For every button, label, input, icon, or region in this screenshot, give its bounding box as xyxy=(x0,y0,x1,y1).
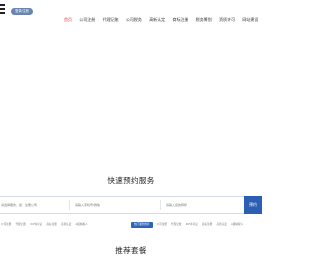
field-divider xyxy=(69,200,70,210)
nav-tax-planning[interactable]: 税务筹划 xyxy=(196,16,212,24)
nav-company-registration[interactable]: 公司注册 xyxy=(79,16,95,24)
nav-trademark[interactable]: 商标注册 xyxy=(172,16,188,24)
tag-link[interactable]: 商标注册 xyxy=(202,222,212,228)
field-divider xyxy=(160,200,161,210)
nav-licenses[interactable]: 资质许可 xyxy=(219,16,235,24)
submit-booking-button[interactable]: 预约 xyxy=(244,196,262,214)
hot-tags-right: 热门服务推荐 公司注册 代理记账 ICP许可证 商标注册 高新认定 A级纳税人 xyxy=(131,222,247,228)
hot-tags-left: 公司注册 代理记账 ICP许可证 商标注册 高新认定 A级纳税人 xyxy=(1,222,92,228)
booking-title: 快速预约服务 xyxy=(107,176,155,185)
nav-high-tech[interactable]: 高新认定 xyxy=(149,16,165,24)
tag-link[interactable]: 高新认定 xyxy=(217,222,227,228)
tag-link[interactable]: 代理记账 xyxy=(16,222,26,228)
logo-icon[interactable] xyxy=(0,4,5,18)
tag-link[interactable]: ICP许可证 xyxy=(186,222,198,228)
tag-link[interactable]: 商标注册 xyxy=(46,222,56,228)
service-select-field[interactable] xyxy=(1,197,65,213)
phone-field[interactable] xyxy=(75,197,139,213)
tag-link[interactable]: A级纳税人 xyxy=(76,222,88,228)
tag-link[interactable]: A级纳税人 xyxy=(231,222,243,228)
login-button[interactable]: 登录/注册 xyxy=(11,8,33,15)
nav-website[interactable]: 网站建设 xyxy=(242,16,258,24)
nav-company-tax[interactable]: 公司税务 xyxy=(126,16,142,24)
tag-link[interactable]: 公司注册 xyxy=(157,222,167,228)
nav-home[interactable]: 首页 xyxy=(64,16,72,24)
main-nav: 首页 公司注册 代理记账 公司税务 高新认定 商标注册 税务筹划 资质许可 网站建设 xyxy=(64,8,262,22)
booking-form: 预约 xyxy=(0,196,262,214)
tag-link[interactable]: 公司注册 xyxy=(1,222,11,228)
tag-link[interactable]: 代理记账 xyxy=(171,222,181,228)
tag-link[interactable]: ICP许可证 xyxy=(30,222,42,228)
site-header: 登录/注册 首页 公司注册 代理记账 公司税务 高新认定 商标注册 税务筹划 资质许可 网站建设 xyxy=(0,0,262,22)
nav-bookkeeping[interactable]: 代理记账 xyxy=(103,16,119,24)
packages-title: 推荐套餐 xyxy=(115,246,147,255)
hot-services-badge: 热门服务推荐 xyxy=(131,222,153,228)
name-field[interactable] xyxy=(166,197,230,213)
tag-link[interactable]: 高新认定 xyxy=(61,222,71,228)
